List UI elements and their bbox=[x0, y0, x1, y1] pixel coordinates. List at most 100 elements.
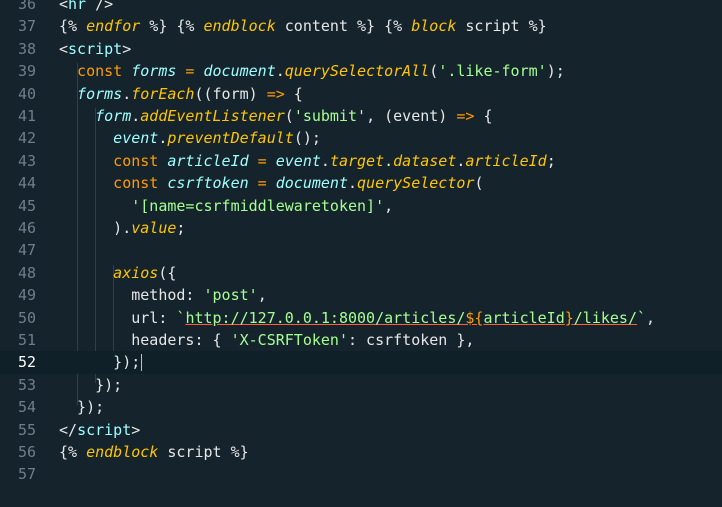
code-token: </ bbox=[59, 420, 78, 439]
code-token: , bbox=[646, 308, 656, 327]
code-line[interactable]: 53 }); bbox=[0, 374, 722, 396]
code-token: endblock bbox=[86, 443, 159, 461]
code-token: script bbox=[158, 443, 231, 461]
code-line[interactable]: 54 }); bbox=[0, 396, 722, 418]
code-token: . bbox=[131, 107, 141, 125]
code-token: {% bbox=[176, 17, 204, 36]
code-line[interactable]: 43 const articleId = event.target.datase… bbox=[0, 150, 722, 172]
code-line[interactable]: 45 '[name=csrfmiddlewaretoken]', bbox=[0, 195, 722, 217]
line-number: 40 bbox=[17, 84, 36, 103]
code-line[interactable]: 40 forms.forEach((form) => { bbox=[0, 83, 722, 105]
code-token: const bbox=[59, 151, 168, 170]
code-token: . bbox=[384, 151, 394, 170]
code-token: . bbox=[275, 62, 285, 81]
code-token: script bbox=[456, 17, 529, 36]
code-text[interactable]: <hr /> bbox=[59, 0, 113, 15]
code-token: %} bbox=[140, 17, 177, 36]
code-text[interactable]: {% endblock script %} bbox=[59, 441, 249, 463]
code-token: ). bbox=[59, 219, 132, 237]
code-token: hr bbox=[68, 0, 87, 13]
code-text[interactable]: headers: { 'X-CSRFToken': csrftoken }, bbox=[59, 329, 474, 351]
code-token: , (event) bbox=[366, 107, 457, 125]
code-line[interactable]: 48 axios({ bbox=[0, 262, 722, 284]
code-token: ` bbox=[637, 308, 647, 327]
code-token: csrftoken bbox=[167, 174, 249, 193]
code-token: ( bbox=[284, 107, 294, 125]
code-line[interactable]: 47 bbox=[0, 239, 722, 261]
code-text[interactable]: url: ` http://127.0.0.1:8000/articles/${a… bbox=[59, 307, 655, 329]
code-token: document bbox=[275, 174, 348, 193]
code-line[interactable]: 41 form.addEventListener('submit', (even… bbox=[0, 105, 722, 127]
code-token: ( bbox=[474, 174, 484, 193]
code-token: > bbox=[131, 420, 141, 439]
code-token: ); bbox=[546, 62, 565, 81]
code-token: . bbox=[122, 84, 132, 103]
code-token: articleId bbox=[465, 151, 547, 170]
code-token: event bbox=[59, 129, 159, 148]
code-text[interactable]: form.addEventListener('submit', (event) … bbox=[59, 105, 492, 127]
code-text[interactable]: event.preventDefault(); bbox=[59, 127, 321, 149]
code-line[interactable]: 49 method: 'post', bbox=[0, 284, 722, 306]
code-text[interactable]: {% endfor %} {% endblock content %} {% b… bbox=[59, 15, 547, 37]
code-token: axios bbox=[59, 263, 159, 282]
line-number: 53 bbox=[17, 375, 36, 394]
line-number: 57 bbox=[17, 465, 36, 484]
code-line[interactable]: 55 </script> bbox=[0, 419, 722, 441]
code-token: }); bbox=[59, 375, 123, 394]
line-number: 43 bbox=[17, 151, 36, 170]
code-token: endfor bbox=[86, 17, 141, 36]
code-line[interactable]: 50 url: ` http://127.0.0.1:8000/articles/… bbox=[0, 307, 722, 329]
code-text[interactable]: const csrftoken = document.querySelector… bbox=[59, 172, 483, 194]
line-number: 41 bbox=[17, 107, 36, 125]
line-number: 37 bbox=[17, 17, 36, 36]
code-token: const bbox=[59, 174, 168, 193]
code-line[interactable]: 57 bbox=[0, 463, 722, 485]
code-line[interactable]: 36 <hr /> bbox=[0, 0, 722, 15]
code-token: target bbox=[329, 151, 385, 170]
line-number: 55 bbox=[17, 420, 36, 439]
code-token: http://127.0.0.1:8000/articles/ bbox=[185, 308, 466, 327]
code-token: form bbox=[59, 107, 132, 125]
code-token: = bbox=[176, 62, 204, 81]
code-line[interactable]: 51 headers: { 'X-CSRFToken': csrftoken }… bbox=[0, 329, 722, 351]
code-token: querySelector bbox=[357, 174, 475, 193]
code-token: }); bbox=[59, 353, 141, 372]
line-number: 45 bbox=[17, 196, 36, 215]
code-token: '.like-form' bbox=[438, 62, 547, 81]
code-text[interactable]: const articleId = event.target.dataset.a… bbox=[59, 150, 556, 172]
code-text[interactable]: }); bbox=[59, 396, 104, 418]
code-token: script bbox=[68, 39, 123, 58]
code-token: ( bbox=[429, 62, 439, 81]
code-text[interactable]: }); bbox=[59, 374, 122, 396]
code-text[interactable]: ).value; bbox=[59, 217, 185, 239]
code-text[interactable]: method: 'post', bbox=[59, 284, 266, 306]
code-text[interactable]: '[name=csrfmiddlewaretoken]', bbox=[59, 195, 393, 217]
code-token: { bbox=[284, 84, 303, 103]
code-token: : csrftoken }, bbox=[348, 331, 475, 349]
code-token: content bbox=[275, 17, 358, 36]
code-token: ; bbox=[546, 151, 556, 170]
code-text[interactable]: forms.forEach((form) => { bbox=[59, 83, 303, 105]
code-line[interactable]: 44 const csrftoken = document.querySelec… bbox=[0, 172, 722, 194]
code-token: querySelectorAll bbox=[284, 62, 430, 81]
code-token: const bbox=[59, 62, 132, 81]
line-number: 56 bbox=[17, 443, 36, 461]
code-editor[interactable]: 36 <hr /> 37 {% endfor %} {% endblock conte… bbox=[0, 0, 722, 507]
code-token: > bbox=[122, 39, 132, 58]
code-line[interactable]: 52 }); bbox=[0, 351, 722, 374]
code-text[interactable]: <script> bbox=[59, 38, 131, 60]
code-line[interactable]: 46 ).value; bbox=[0, 217, 722, 239]
code-line[interactable]: 38 <script> bbox=[0, 38, 722, 60]
code-text[interactable]: </script> bbox=[59, 419, 140, 441]
code-text[interactable]: }); bbox=[59, 351, 143, 373]
code-token: forEach bbox=[131, 84, 195, 103]
code-token: /> bbox=[86, 0, 114, 13]
code-text[interactable]: const forms = document.querySelectorAll(… bbox=[59, 60, 565, 82]
code-line[interactable]: 37 {% endfor %} {% endblock content %} {%… bbox=[0, 15, 722, 37]
code-line[interactable]: 42 event.preventDefault(); bbox=[0, 127, 722, 149]
code-line[interactable]: 56 {% endblock script %} bbox=[0, 441, 722, 463]
code-text[interactable]: axios({ bbox=[59, 262, 176, 284]
code-line[interactable]: 39 const forms = document.querySelectorA… bbox=[0, 60, 722, 82]
code-token: event bbox=[275, 151, 321, 170]
code-token: < bbox=[59, 0, 69, 13]
